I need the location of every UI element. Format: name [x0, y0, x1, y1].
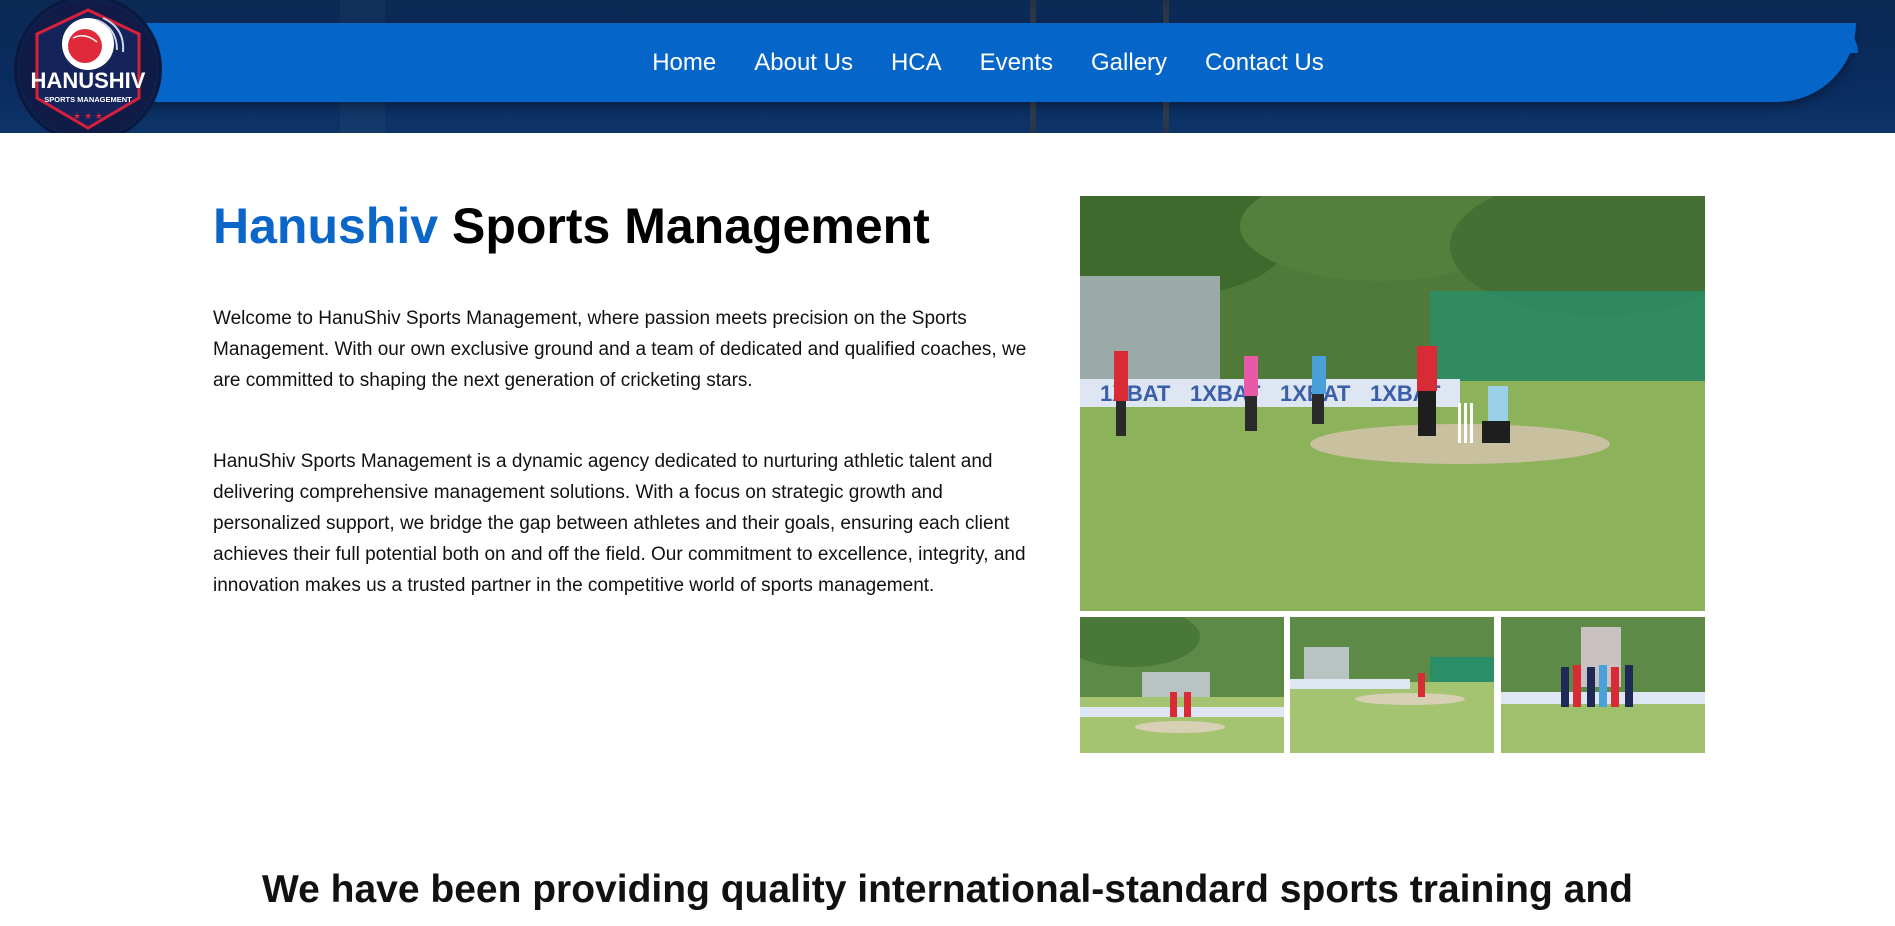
page-title: Hanushiv Sports Management: [213, 196, 930, 256]
page-title-rest: Sports Management: [451, 198, 930, 254]
nav-item-events[interactable]: Events: [980, 49, 1053, 77]
gallery-thumbnail[interactable]: [1290, 617, 1494, 753]
nav-item-about-us[interactable]: About Us: [754, 49, 853, 77]
logo-name-text: HANUSHIV: [31, 68, 146, 93]
nav-item-gallery[interactable]: Gallery: [1091, 49, 1167, 77]
boundary-banner-text: 1XBAT: [1100, 381, 1171, 406]
brand-logo[interactable]: HANUSHIV SPORTS MANAGEMENT ★ ★ ★: [17, 0, 159, 133]
nav-item-hca[interactable]: HCA: [891, 49, 942, 77]
nav-item-contact-us[interactable]: Contact Us: [1205, 49, 1324, 77]
page-title-accent: Hanushiv: [213, 198, 439, 254]
logo-subtitle-text: SPORTS MANAGEMENT: [44, 95, 132, 104]
main-navbar: Home About Us HCA Events Gallery Contact…: [120, 23, 1858, 102]
logo-badge-icon: HANUSHIV SPORTS MANAGEMENT ★ ★ ★: [20, 1, 156, 133]
about-paragraph: HanuShiv Sports Management is a dynamic …: [213, 451, 1026, 596]
svg-text:★ ★ ★: ★ ★ ★: [73, 112, 103, 122]
nav-menu: Home About Us HCA Events Gallery Contact…: [120, 23, 1856, 102]
section-tagline: We have been providing quality internati…: [262, 868, 1633, 911]
gallery-main-image[interactable]: 1XBAT 1XBAT 1XBAT 1XBAT: [1080, 196, 1705, 611]
intro-paragraph: Welcome to HanuShiv Sports Management, w…: [213, 308, 1027, 391]
cricket-thumbnail-photo: [1290, 617, 1494, 753]
site-header: Home About Us HCA Events Gallery Contact…: [0, 0, 1895, 133]
gallery-thumbnail[interactable]: [1080, 617, 1284, 753]
cricket-thumbnail-photo: [1501, 617, 1705, 753]
gallery-thumbnail[interactable]: [1501, 617, 1705, 753]
nav-item-home[interactable]: Home: [652, 49, 716, 77]
cricket-match-photo: 1XBAT 1XBAT 1XBAT 1XBAT: [1080, 196, 1705, 611]
cricket-thumbnail-photo: [1080, 617, 1284, 753]
